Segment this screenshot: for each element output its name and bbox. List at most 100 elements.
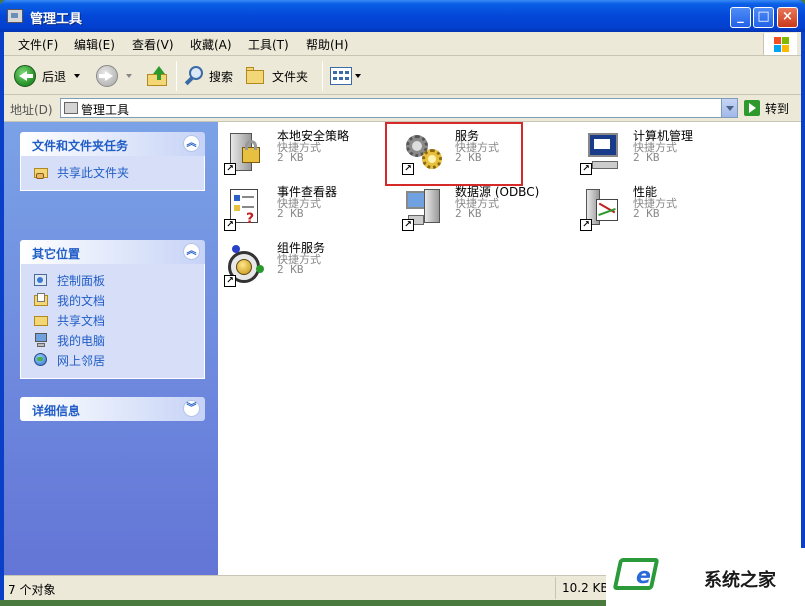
collapse-chevron-icon[interactable]: ︽ (183, 243, 200, 260)
item-size: 2 KB (633, 151, 660, 164)
status-total-size: 10.2 KB (562, 581, 609, 595)
sidebar-item-shared-documents[interactable]: 共享文档 (33, 310, 204, 330)
menu-view[interactable]: 查看(V) (132, 36, 174, 53)
go-arrow-icon (744, 100, 760, 116)
views-icon (330, 67, 352, 85)
up-folder-button[interactable] (146, 63, 168, 89)
item-size: 2 KB (277, 263, 304, 276)
places-panel-header[interactable]: 其它位置 ︽ (20, 240, 205, 264)
title-bar[interactable]: 管理工具 _ □ × (0, 0, 805, 32)
item-performance[interactable]: ↗ 性能 快捷方式 2 KB (574, 183, 754, 233)
item-size: 2 KB (277, 207, 304, 220)
my-computer-icon (33, 332, 49, 348)
item-size: 2 KB (277, 151, 304, 164)
views-dropdown-icon[interactable] (355, 74, 361, 78)
folders-button[interactable]: 文件夹 (246, 63, 308, 89)
item-size: 2 KB (455, 151, 482, 164)
performance-icon: ↗ (580, 187, 620, 231)
forward-arrow-icon (96, 65, 118, 87)
control-panel-icon (33, 272, 49, 288)
places-panel-title: 其它位置 (32, 247, 81, 261)
expand-chevron-icon[interactable]: ︾ (183, 400, 200, 417)
maximize-button[interactable]: □ (753, 7, 774, 28)
sidebar-item-label: 共享此文件夹 (57, 165, 130, 180)
item-component-services[interactable]: ↗ 组件服务 快捷方式 2 KB (218, 239, 398, 289)
item-odbc-data-sources[interactable]: ↗ 数据源 (ODBC) 快捷方式 2 KB (396, 183, 576, 233)
tasks-panel-title: 文件和文件夹任务 (32, 139, 129, 153)
address-value: 管理工具 (81, 103, 130, 117)
window-client: 文件(F) 编辑(E) 查看(V) 收藏(A) 工具(T) 帮助(H) 后退 搜… (4, 32, 801, 600)
site-watermark: e 系统之家 (606, 548, 805, 606)
sidebar-item-label: 共享文档 (57, 313, 106, 328)
search-label: 搜索 (209, 69, 234, 84)
services-gears-icon: ↗ (402, 131, 442, 175)
collapse-chevron-icon[interactable]: ︽ (183, 135, 200, 152)
go-button[interactable]: 转到 (744, 98, 789, 118)
address-bar: 地址(D) 管理工具 转到 (4, 96, 801, 120)
local-security-policy-icon: ↗ (224, 131, 264, 175)
item-size: 2 KB (455, 207, 482, 220)
sidebar-item-label: 我的电脑 (57, 333, 106, 348)
item-services[interactable]: ↗ 服务 快捷方式 2 KB (396, 127, 576, 177)
file-view: ↗ 本地安全策略 快捷方式 2 KB ↗ 服务 快捷方式 2 KB ↗ 计算机管… (218, 122, 801, 575)
forward-button[interactable] (96, 63, 132, 89)
address-input[interactable]: 管理工具 (60, 98, 738, 118)
places-panel: 其它位置 ︽ 控制面板 我的文档 共享文档 我的电脑 网上邻居 (20, 240, 205, 379)
sidebar-item-label: 控制面板 (57, 273, 106, 288)
back-button[interactable]: 后退 (14, 63, 81, 89)
network-places-icon (33, 352, 49, 368)
address-dropdown-icon[interactable] (721, 99, 737, 117)
item-event-viewer[interactable]: ? ↗ 事件查看器 快捷方式 2 KB (218, 183, 398, 233)
sidebar-item-network-places[interactable]: 网上邻居 (33, 350, 204, 370)
close-button[interactable]: × (777, 7, 798, 28)
menu-bar: 文件(F) 编辑(E) 查看(V) 收藏(A) 工具(T) 帮助(H) (4, 32, 801, 56)
share-folder-icon (33, 164, 49, 180)
explorer-window: 管理工具 _ □ × 文件(F) 编辑(E) 查看(V) 收藏(A) 工具(T)… (0, 0, 805, 600)
details-panel-header[interactable]: 详细信息 ︾ (20, 397, 205, 421)
back-dropdown-icon[interactable] (74, 74, 81, 78)
menu-file[interactable]: 文件(F) (18, 36, 58, 53)
back-arrow-icon (14, 65, 36, 87)
tasks-panel: 文件和文件夹任务 ︽ 共享此文件夹 (20, 132, 205, 191)
sidebar-item-label: 我的文档 (57, 293, 106, 308)
sidebar-item-my-documents[interactable]: 我的文档 (33, 290, 204, 310)
sidebar-item-share-folder[interactable]: 共享此文件夹 (33, 162, 204, 182)
my-documents-icon (33, 292, 49, 308)
search-icon (184, 66, 204, 86)
component-services-icon: ↗ (224, 243, 264, 287)
watermark-text: 系统之家 (704, 570, 776, 591)
watermark-logo-icon: e (612, 554, 660, 594)
menu-tools[interactable]: 工具(T) (248, 36, 289, 53)
item-local-security-policy[interactable]: ↗ 本地安全策略 快捷方式 2 KB (218, 127, 398, 177)
window-title: 管理工具 (30, 12, 83, 27)
menu-edit[interactable]: 编辑(E) (74, 36, 115, 53)
shared-documents-icon (33, 312, 49, 328)
odbc-data-source-icon: ↗ (402, 187, 442, 231)
explorer-body: 文件和文件夹任务 ︽ 共享此文件夹 其它位置 ︽ 控制面板 我的文档 共享文档 … (4, 121, 801, 575)
event-viewer-icon: ? ↗ (224, 187, 264, 231)
folders-label: 文件夹 (272, 69, 309, 84)
task-pane: 文件和文件夹任务 ︽ 共享此文件夹 其它位置 ︽ 控制面板 我的文档 共享文档 … (4, 122, 218, 575)
tasks-panel-header[interactable]: 文件和文件夹任务 ︽ (20, 132, 205, 156)
back-label: 后退 (42, 69, 67, 84)
windows-logo-icon (763, 33, 797, 55)
item-size: 2 KB (633, 207, 660, 220)
menu-help[interactable]: 帮助(H) (306, 36, 348, 53)
menu-favorites[interactable]: 收藏(A) (190, 36, 232, 53)
address-label: 地址(D) (10, 103, 53, 117)
details-panel: 详细信息 ︾ (20, 397, 205, 421)
item-computer-management[interactable]: ↗ 计算机管理 快捷方式 2 KB (574, 127, 754, 177)
go-label: 转到 (765, 101, 790, 116)
details-panel-title: 详细信息 (32, 404, 81, 418)
folders-icon (246, 67, 266, 85)
sidebar-item-my-computer[interactable]: 我的电脑 (33, 330, 204, 350)
forward-dropdown-icon[interactable] (126, 74, 132, 78)
sidebar-item-label: 网上邻居 (57, 353, 106, 368)
status-object-count: 7 个对象 (8, 583, 56, 597)
search-button[interactable]: 搜索 (184, 63, 233, 89)
minimize-button[interactable]: _ (730, 7, 751, 28)
up-folder-icon (146, 66, 168, 86)
admin-tools-icon (64, 102, 78, 114)
sidebar-item-control-panel[interactable]: 控制面板 (33, 270, 204, 290)
views-button[interactable] (330, 63, 361, 89)
